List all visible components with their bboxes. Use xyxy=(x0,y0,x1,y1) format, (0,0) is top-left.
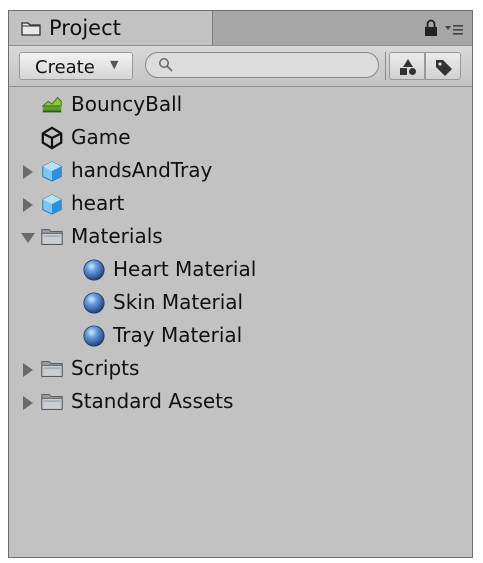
folder-icon xyxy=(21,22,41,36)
tab-project[interactable]: Project xyxy=(9,11,213,45)
expand-arrow-right-icon[interactable] xyxy=(21,395,35,411)
tree-item-label: Tray Material xyxy=(113,323,243,347)
tree-item[interactable]: BouncyBall xyxy=(9,89,472,122)
tree-item-label: BouncyBall xyxy=(71,92,183,116)
model-prefab-icon xyxy=(42,194,62,215)
expand-arrow-right-icon[interactable] xyxy=(21,197,35,213)
tree-item-label: handsAndTray xyxy=(71,158,213,182)
create-label: Create xyxy=(35,57,95,78)
tree-item[interactable]: Tray Material xyxy=(9,320,472,353)
shapes-icon xyxy=(400,59,416,75)
expand-arrow-right-icon[interactable] xyxy=(21,362,35,378)
folder-icon xyxy=(41,229,63,245)
tag-icon xyxy=(436,60,452,76)
search-input[interactable] xyxy=(178,55,372,77)
expand-arrow-right-icon[interactable] xyxy=(21,164,35,180)
tree-item[interactable]: Scripts xyxy=(9,353,472,386)
filter-by-type-button[interactable] xyxy=(389,52,425,80)
lock-icon[interactable] xyxy=(424,19,438,37)
project-toolbar: Create ▼ xyxy=(9,46,472,87)
tree-item-label: Game xyxy=(71,125,131,149)
folder-icon xyxy=(41,361,63,377)
tree-item-label: Heart Material xyxy=(113,257,257,281)
tree-item[interactable]: Materials xyxy=(9,221,472,254)
material-sphere-icon xyxy=(83,325,105,347)
tree-item[interactable]: handsAndTray xyxy=(9,155,472,188)
search-field[interactable] xyxy=(145,52,379,78)
search-icon xyxy=(159,58,173,72)
tree-item[interactable]: Skin Material xyxy=(9,287,472,320)
model-prefab-icon xyxy=(42,161,62,182)
tab-bar: Project xyxy=(9,11,472,46)
dropdown-arrow-icon: ▼ xyxy=(110,58,119,71)
unity-scene-icon xyxy=(41,126,63,150)
tree-item[interactable]: heart xyxy=(9,188,472,221)
expand-arrow-down-icon[interactable] xyxy=(21,230,35,246)
create-button[interactable]: Create ▼ xyxy=(19,52,133,80)
tree-item[interactable]: Heart Material xyxy=(9,254,472,287)
material-sphere-icon xyxy=(83,259,105,281)
tree-item-label: Scripts xyxy=(71,356,140,380)
project-window: Project Create ▼ BouncyBall Game handsAn… xyxy=(8,10,473,558)
tree-item[interactable]: Game xyxy=(9,122,472,155)
tree-item-label: Standard Assets xyxy=(71,389,234,413)
tree-item-label: Skin Material xyxy=(113,290,244,314)
tree-item-label: Materials xyxy=(71,224,163,248)
filter-by-label-button[interactable] xyxy=(425,52,461,80)
terrain-icon xyxy=(41,96,62,113)
tree-item[interactable]: Standard Assets xyxy=(9,386,472,419)
folder-icon xyxy=(41,394,63,410)
tab-title: Project xyxy=(49,16,121,40)
window-menu-icon[interactable] xyxy=(444,21,464,37)
tree-item-label: heart xyxy=(71,191,125,215)
material-sphere-icon xyxy=(83,292,105,314)
search-separator xyxy=(385,52,386,80)
